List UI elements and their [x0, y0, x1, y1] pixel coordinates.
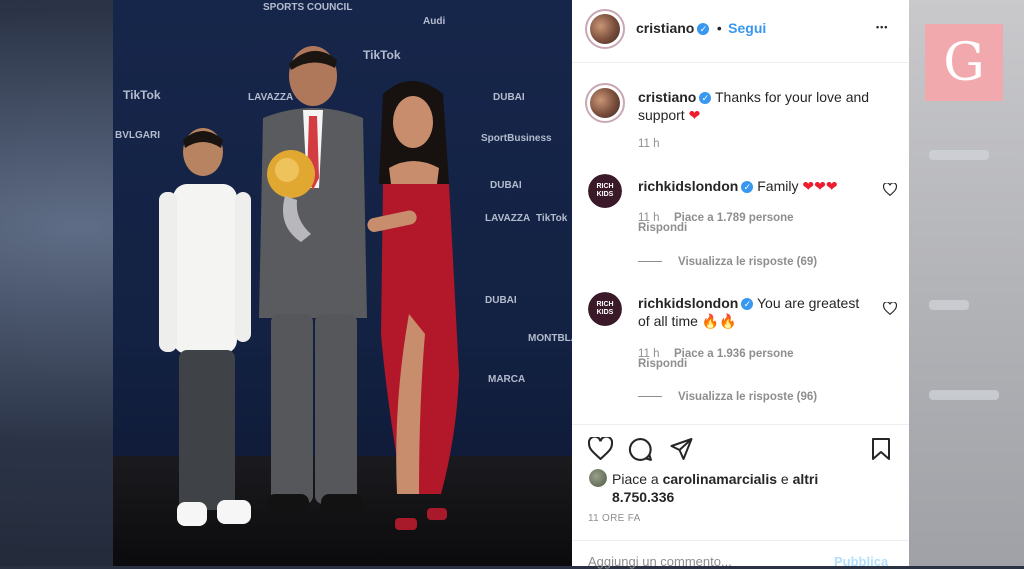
sponsor-logo: MONTBLANC	[528, 333, 572, 344]
post-photo[interactable]: SPORTS COUNCIL Audi TikTok LAVAZZA DUBAI…	[113, 0, 572, 566]
sponsor-logo: DUBAI	[490, 180, 522, 191]
liker-avatar[interactable]	[589, 469, 607, 487]
divider	[572, 424, 909, 425]
view-replies-button[interactable]: Visualizza le risposte (96)	[638, 391, 817, 403]
likes-summary: Piace a carolinamarcialis e altri 8.750.…	[612, 471, 819, 505]
post-timestamp: 11 ORE FA	[588, 513, 641, 524]
verified-badge-icon: ✓	[741, 298, 754, 311]
commenter-avatar[interactable]: RICH KIDS	[588, 174, 622, 208]
sponsor-logo: DUBAI	[485, 295, 517, 306]
add-comment-bar: Aggiungi un commento... Pubblica	[572, 540, 909, 569]
post-panel: cristiano ✓ • Segui ••• cristiano ✓ Thanks…	[572, 0, 909, 569]
sponsor-logo: TikTok	[123, 88, 161, 102]
comment-text: richkidslondon ✓ You are greatest of all …	[638, 295, 860, 329]
comment-like-heart-icon[interactable]	[883, 302, 897, 315]
post-header: cristiano ✓ • Segui •••	[572, 0, 909, 63]
comment-text: richkidslondon ✓ Family ❤❤❤	[638, 178, 838, 194]
liker-username[interactable]: carolinamarcialis	[663, 471, 777, 487]
verified-badge-icon: ✓	[699, 92, 712, 105]
sponsor-logo: SPORTS COUNCIL	[263, 2, 353, 13]
author-avatar[interactable]	[585, 9, 625, 49]
reply-button[interactable]: Rispondi	[638, 358, 687, 370]
save-bookmark-icon[interactable]	[870, 437, 892, 461]
sponsor-logo: TikTok	[536, 213, 568, 224]
comment-likes[interactable]: Piace a 1.936 persone	[674, 348, 794, 360]
separator-dot: •	[716, 20, 722, 36]
man-figure	[259, 46, 367, 516]
view-replies-button[interactable]: Visualizza le risposte (69)	[638, 256, 817, 268]
woman-figure	[367, 81, 459, 530]
author-username[interactable]: cristiano	[636, 20, 694, 36]
sponsor-logo: DUBAI	[493, 92, 525, 103]
sponsor-logo: LAVAZZA	[485, 213, 531, 224]
comment-likes[interactable]: Piace a 1.789 persone	[674, 212, 794, 224]
caption-text: cristiano ✓ Thanks for your love and supp…	[638, 88, 888, 124]
like-heart-icon[interactable]	[588, 437, 613, 460]
more-options-icon[interactable]: •••	[876, 22, 888, 32]
caption-time: 11 h	[638, 138, 660, 150]
sponsor-logo: MARCA	[488, 374, 526, 385]
heart-emoji: ❤	[688, 107, 701, 123]
comment-username[interactable]: richkidslondon	[638, 178, 738, 194]
sponsor-logo: SportBusiness	[481, 133, 552, 144]
commenter-avatar[interactable]: RICH KIDS	[588, 292, 622, 326]
publish-button[interactable]: Pubblica	[834, 554, 888, 569]
channel-logo: G	[925, 24, 1003, 101]
comment-input[interactable]: Aggiungi un commento...	[588, 554, 732, 569]
verified-badge-icon: ✓	[697, 22, 710, 35]
follow-button[interactable]: Segui	[728, 20, 766, 36]
comment-username[interactable]: richkidslondon	[638, 295, 738, 311]
share-paper-plane-icon[interactable]	[669, 437, 694, 461]
trophy	[267, 150, 315, 242]
reply-button[interactable]: Rispondi	[638, 222, 687, 234]
caption-avatar[interactable]	[585, 83, 625, 123]
comment-bubble-icon[interactable]	[628, 437, 653, 462]
caption-username[interactable]: cristiano	[638, 89, 696, 105]
sponsor-logo: Audi	[423, 16, 446, 27]
verified-badge-icon: ✓	[741, 181, 754, 194]
comment-like-heart-icon[interactable]	[883, 183, 897, 196]
